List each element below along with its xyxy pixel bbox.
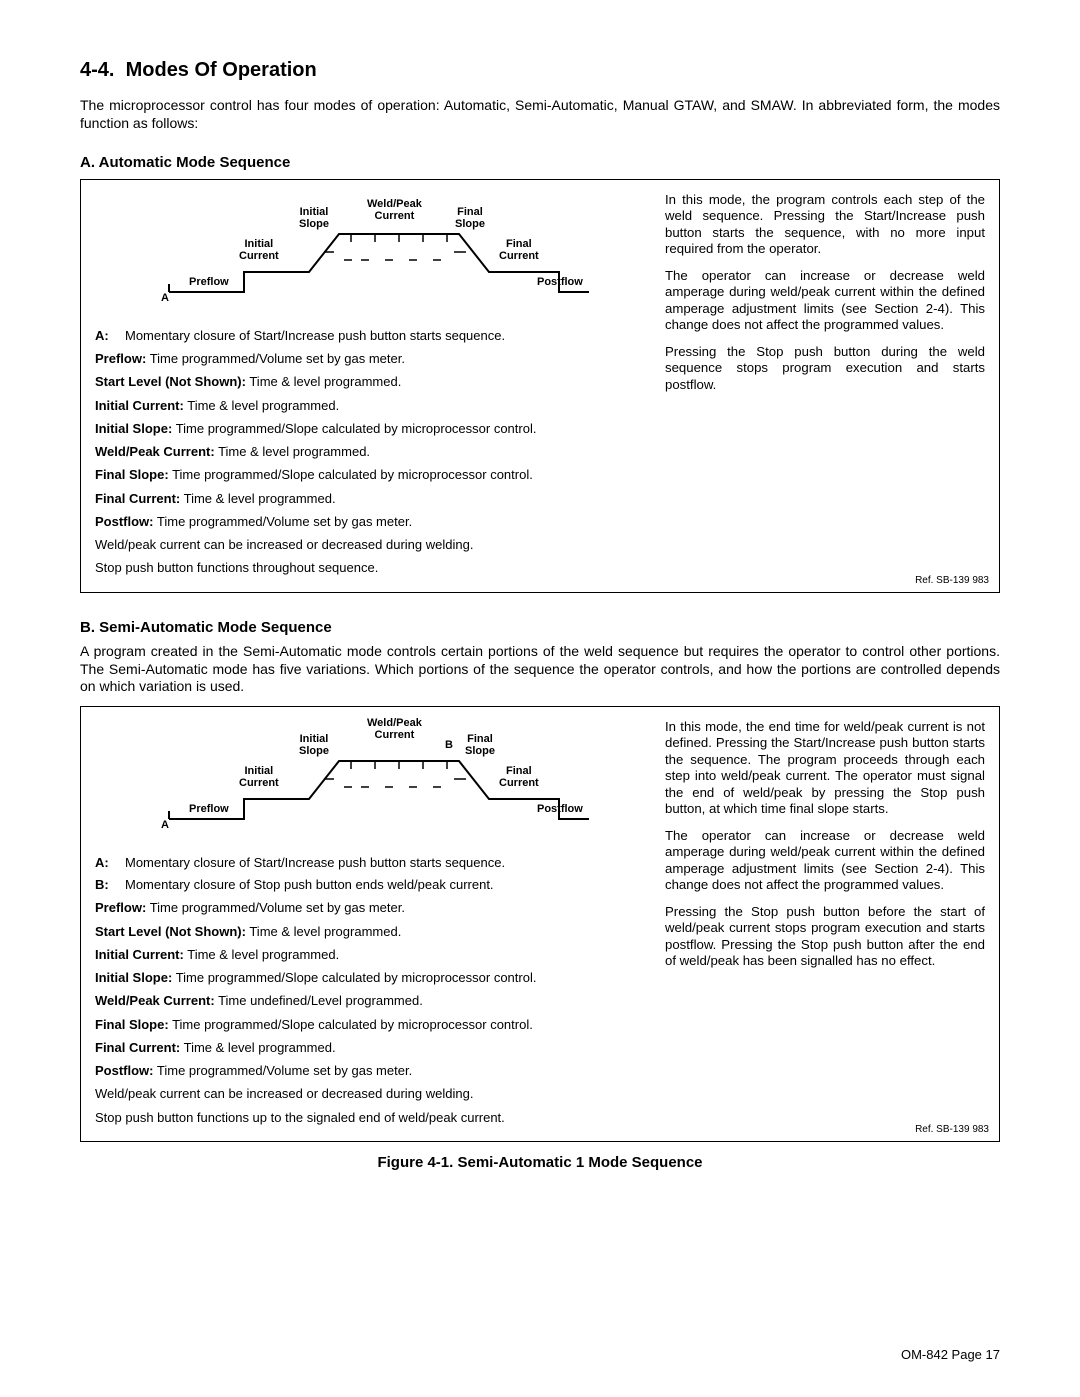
extra1-b: Weld/peak current can be increased or de… (95, 1086, 643, 1102)
right-a-p2: The operator can increase or decrease we… (665, 268, 985, 334)
extra2-a: Stop push button functions throughout se… (95, 560, 643, 576)
label-postflow-b: Postflow: (95, 1063, 154, 1078)
section-a-box: A Preflow Initial Current Initial Slope … (80, 179, 1000, 593)
val-postflow-b: Time programmed/Volume set by gas meter. (157, 1063, 412, 1078)
val-finalslope-a: Time programmed/Slope calculated by micr… (172, 467, 533, 482)
val-startlevel-a: Time & level programmed. (249, 374, 401, 389)
label-preflow-b: Preflow: (95, 900, 146, 915)
diagram-b-label-weld-peak: Weld/Peak Current (367, 717, 422, 741)
def-a-tag: A: (95, 328, 115, 344)
right-col-a: In this mode, the program controls each … (665, 192, 985, 584)
diagram-a-label-preflow: Preflow (189, 276, 229, 288)
diagram-a-label-initial-current: Initial Current (239, 238, 279, 262)
right-b-p2: The operator can increase or decrease we… (665, 828, 985, 894)
diagram-b-label-initial-slope: Initial Slope (299, 733, 329, 757)
ref-a: Ref. SB-139 983 (915, 575, 989, 588)
diagram-a-label-A: A (161, 292, 169, 304)
page-footer: OM-842 Page 17 (901, 1347, 1000, 1363)
right-b-p3: Pressing the Stop push button before the… (665, 904, 985, 970)
label-initslope-a: Initial Slope: (95, 421, 172, 436)
diagram-b-label-final-slope: Final Slope (465, 733, 495, 757)
label-postflow-a: Postflow: (95, 514, 154, 529)
label-startlevel-b: Start Level (Not Shown): (95, 924, 246, 939)
definitions-a: A: Momentary closure of Start/Increase pu… (95, 328, 643, 577)
val-weldpeak-b: Time undefined/Level programmed. (218, 993, 423, 1008)
def-b-tagB: B: (95, 877, 115, 893)
label-initslope-b: Initial Slope: (95, 970, 172, 985)
val-finalcurr-a: Time & level programmed. (184, 491, 336, 506)
val-initcurr-a: Time & level programmed. (187, 398, 339, 413)
figure-caption: Figure 4-1. Semi-Automatic 1 Mode Sequen… (80, 1154, 1000, 1173)
definitions-b: A: Momentary closure of Start/Increase pu… (95, 855, 643, 1126)
val-initslope-b: Time programmed/Slope calculated by micr… (176, 970, 537, 985)
label-preflow-a: Preflow: (95, 351, 146, 366)
diagram-a: A Preflow Initial Current Initial Slope … (139, 192, 599, 312)
subsection-a-heading: A. Automatic Mode Sequence (80, 154, 1000, 173)
val-initcurr-b: Time & level programmed. (187, 947, 339, 962)
diagram-b-label-preflow: Preflow (189, 803, 229, 815)
def-b-textB: Momentary closure of Stop push button en… (125, 877, 643, 893)
right-a-p1: In this mode, the program controls each … (665, 192, 985, 258)
val-postflow-a: Time programmed/Volume set by gas meter. (157, 514, 412, 529)
label-initcurr-b: Initial Current: (95, 947, 184, 962)
section-heading: 4-4. Modes Of Operation (80, 58, 1000, 83)
extra2-b: Stop push button functions up to the sig… (95, 1110, 643, 1126)
label-startlevel-a: Start Level (Not Shown): (95, 374, 246, 389)
def-b-tagA: A: (95, 855, 115, 871)
diagram-a-label-postflow: Postflow (537, 276, 583, 288)
label-finalslope-b: Final Slope: (95, 1017, 169, 1032)
val-preflow-b: Time programmed/Volume set by gas meter. (150, 900, 405, 915)
def-b-textA: Momentary closure of Start/Increase push… (125, 855, 643, 871)
intro-paragraph: The microprocessor control has four mode… (80, 97, 1000, 132)
val-startlevel-b: Time & level programmed. (249, 924, 401, 939)
label-finalcurr-b: Final Current: (95, 1040, 180, 1055)
label-finalslope-a: Final Slope: (95, 467, 169, 482)
diagram-a-label-initial-slope: Initial Slope (299, 206, 329, 230)
val-preflow-a: Time programmed/Volume set by gas meter. (150, 351, 405, 366)
val-initslope-a: Time programmed/Slope calculated by micr… (176, 421, 537, 436)
label-weldpeak-a: Weld/Peak Current: (95, 444, 215, 459)
val-weldpeak-a: Time & level programmed. (218, 444, 370, 459)
right-b-p1: In this mode, the end time for weld/peak… (665, 719, 985, 818)
subsection-b-heading: B. Semi-Automatic Mode Sequence (80, 619, 1000, 638)
section-number: 4-4. (80, 59, 114, 81)
label-finalcurr-a: Final Current: (95, 491, 180, 506)
label-weldpeak-b: Weld/Peak Current: (95, 993, 215, 1008)
diagram-b-label-B: B (445, 739, 453, 751)
section-b-intro: A program created in the Semi-Automatic … (80, 643, 1000, 696)
section-title: Modes Of Operation (126, 59, 317, 81)
diagram-b-label-postflow: Postflow (537, 803, 583, 815)
val-finalslope-b: Time programmed/Slope calculated by micr… (172, 1017, 533, 1032)
diagram-a-label-final-slope: Final Slope (455, 206, 485, 230)
right-a-p3: Pressing the Stop push button during the… (665, 344, 985, 394)
extra1-a: Weld/peak current can be increased or de… (95, 537, 643, 553)
diagram-a-label-weld-peak: Weld/Peak Current (367, 198, 422, 222)
label-initcurr-a: Initial Current: (95, 398, 184, 413)
diagram-b: A B Preflow Initial Current Initial Slop… (139, 719, 599, 839)
right-col-b: In this mode, the end time for weld/peak… (665, 719, 985, 1133)
diagram-b-label-initial-current: Initial Current (239, 765, 279, 789)
section-b-box: A B Preflow Initial Current Initial Slop… (80, 706, 1000, 1142)
diagram-b-label-A: A (161, 819, 169, 831)
diagram-b-label-final-current: Final Current (499, 765, 539, 789)
diagram-a-label-final-current: Final Current (499, 238, 539, 262)
def-a-text: Momentary closure of Start/Increase push… (125, 328, 643, 344)
ref-b: Ref. SB-139 983 (915, 1124, 989, 1137)
val-finalcurr-b: Time & level programmed. (184, 1040, 336, 1055)
